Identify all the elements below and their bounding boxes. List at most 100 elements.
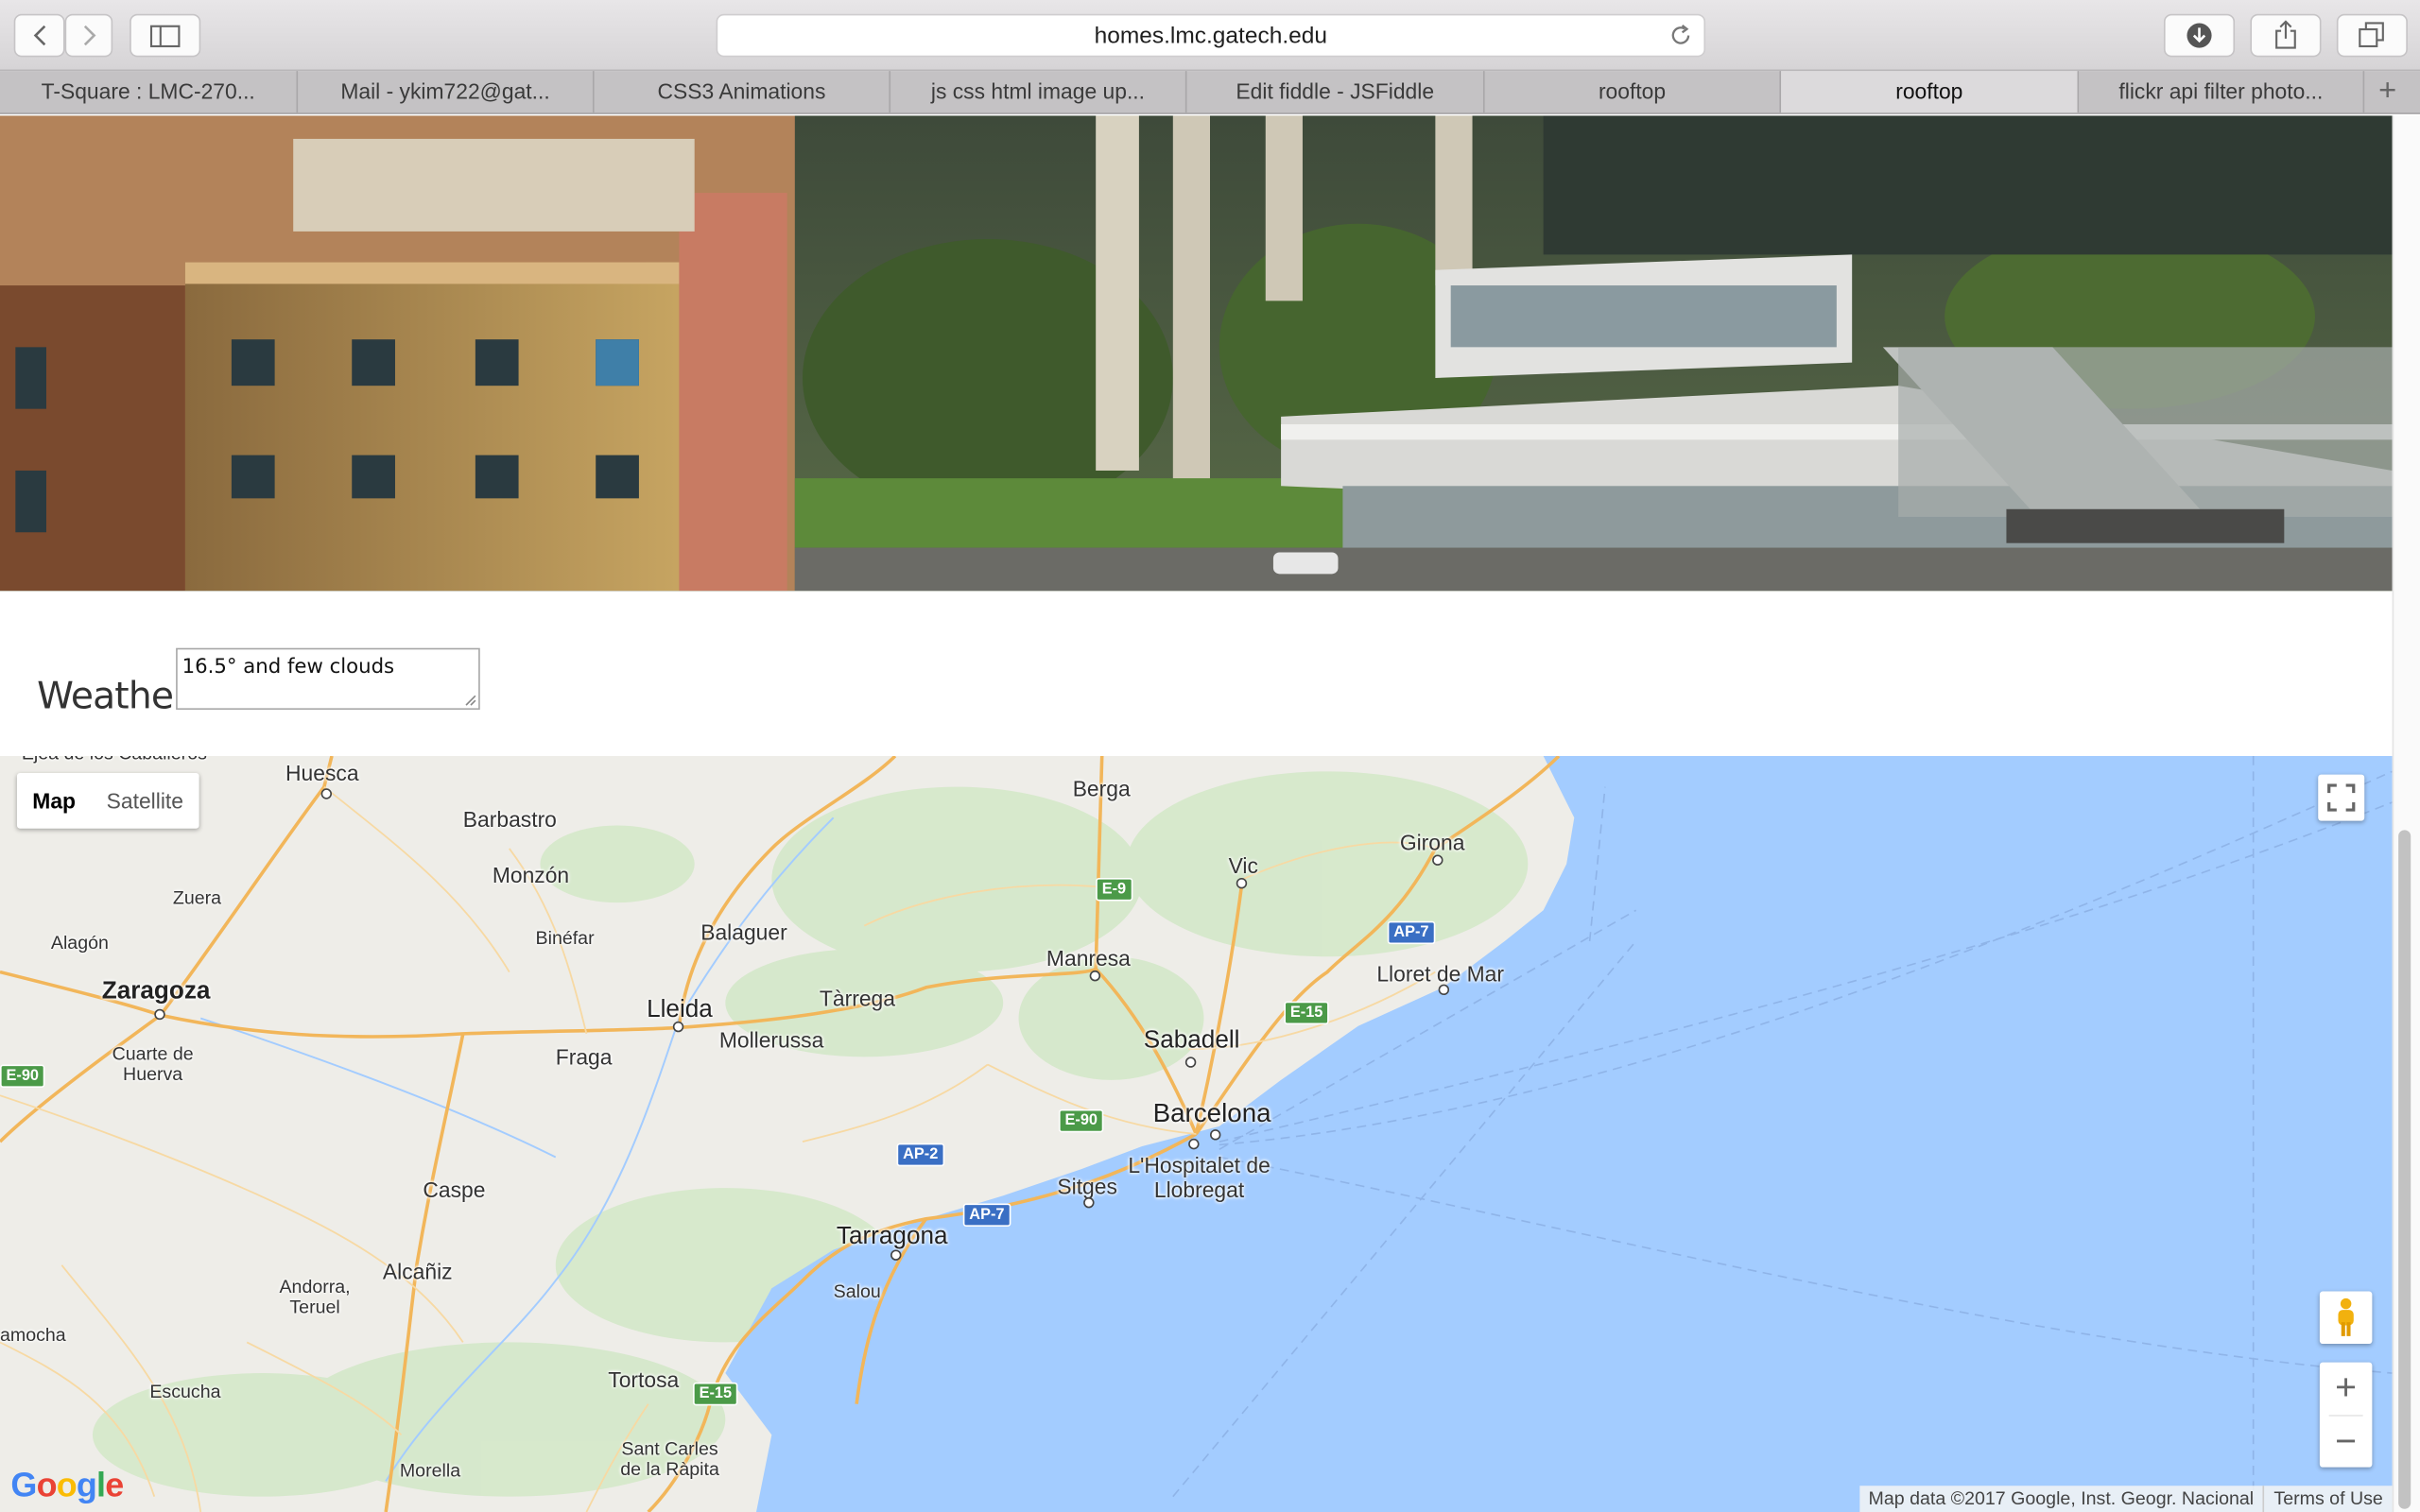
city-marker xyxy=(154,1008,165,1021)
map-type-map-button[interactable]: Map xyxy=(17,773,91,829)
place-sabadell: Sabadell xyxy=(1143,1027,1240,1055)
resize-grip-icon[interactable] xyxy=(464,695,476,707)
place-berga: Berga xyxy=(1072,776,1131,801)
tab-jsfiddle[interactable]: Edit fiddle - JSFiddle xyxy=(1187,71,1485,113)
place-tortosa: Tortosa xyxy=(608,1366,680,1392)
map-type-satellite-button[interactable]: Satellite xyxy=(91,773,199,829)
road-shield: E-90 xyxy=(0,1064,45,1089)
place-fraga: Fraga xyxy=(555,1044,613,1070)
road-shield: AP-7 xyxy=(962,1203,1011,1227)
map-data-credit: Map data ©2017 Google, Inst. Geogr. Naci… xyxy=(1868,1486,2255,1509)
chevron-right-icon xyxy=(83,25,95,46)
chevron-left-icon xyxy=(32,25,45,46)
pegman-icon xyxy=(2338,1297,2354,1336)
terms-of-use-link[interactable]: Terms of Use xyxy=(2262,1486,2393,1512)
fullscreen-button[interactable] xyxy=(2318,774,2365,821)
weather-value: 16.5° and few clouds xyxy=(182,655,395,679)
city-marker xyxy=(1083,1196,1095,1209)
place-sant-carles: Sant Carles de la Ràpita xyxy=(620,1437,719,1480)
address-bar[interactable]: homes.lmc.gatech.edu xyxy=(716,13,1706,58)
zoom-control: + − xyxy=(2319,1362,2373,1469)
map-attribution: Map data ©2017 Google, Inst. Geogr. Naci… xyxy=(1858,1486,2393,1512)
show-tabs-button[interactable] xyxy=(2336,13,2408,58)
city-marker xyxy=(1188,1138,1200,1150)
place-salou: Salou xyxy=(833,1280,881,1302)
fullscreen-icon xyxy=(2327,783,2356,812)
place-tarrega: Tàrrega xyxy=(819,986,895,1011)
place-morella: Morella xyxy=(399,1459,461,1482)
place-cuarte: Cuarte de Huerva xyxy=(112,1042,194,1085)
place-monzon: Monzón xyxy=(492,862,570,887)
place-alagon: Alagón xyxy=(50,932,109,954)
place-barbastro: Barbastro xyxy=(462,806,557,832)
place-vic: Vic xyxy=(1228,852,1258,878)
place-lloret: Lloret de Mar xyxy=(1376,961,1504,987)
tabs-overview-icon xyxy=(2359,22,2384,48)
place-alcaniz: Alcañiz xyxy=(382,1259,453,1284)
place-sitges: Sitges xyxy=(1057,1174,1117,1199)
share-icon xyxy=(2275,20,2296,49)
page-scrollbar-thumb[interactable] xyxy=(2398,830,2411,1509)
tab-js-css-html[interactable]: js css html image up... xyxy=(890,71,1187,113)
map-type-control: Map Satellite xyxy=(16,772,199,829)
browser-toolbar: homes.lmc.gatech.edu xyxy=(0,0,2420,72)
place-tarragona: Tarragona xyxy=(836,1223,948,1250)
city-marker xyxy=(1236,877,1248,889)
city-marker xyxy=(890,1249,902,1261)
tab-strip: T-Square : LMC-270... Mail - ykim722@gat… xyxy=(0,71,2420,114)
place-barcelona: Barcelona xyxy=(1152,1098,1271,1128)
road-shield: E-15 xyxy=(693,1382,738,1406)
place-lleida: Lleida xyxy=(647,996,713,1023)
map-tiles xyxy=(0,755,2393,1512)
downloads-button[interactable] xyxy=(2163,13,2236,58)
tab-mail[interactable]: Mail - ykim722@gat... xyxy=(298,71,595,113)
tab-rooftop-1[interactable]: rooftop xyxy=(1485,71,1782,113)
forward-button[interactable] xyxy=(64,13,113,58)
place-huesca: Huesca xyxy=(285,760,359,786)
city-marker xyxy=(1184,1057,1197,1068)
weather-label: Weather: xyxy=(37,674,199,718)
reload-icon[interactable] xyxy=(1668,23,1693,47)
sidebar-icon xyxy=(149,24,181,47)
tab-css3-animations[interactable]: CSS3 Animations xyxy=(595,71,891,113)
road-shield: AP-2 xyxy=(896,1143,944,1167)
new-tab-button[interactable]: + xyxy=(2364,71,2411,112)
place-mollerussa: Mollerussa xyxy=(718,1027,824,1053)
place-amocha: amocha xyxy=(0,1323,66,1346)
city-marker xyxy=(1089,970,1101,982)
place-girona: Girona xyxy=(1399,830,1465,855)
place-balaguer: Balaguer xyxy=(700,919,787,945)
city-marker xyxy=(672,1021,684,1033)
sidebar-toggle-button[interactable] xyxy=(130,13,201,58)
place-escucha: Escucha xyxy=(149,1381,221,1403)
place-manresa: Manresa xyxy=(1046,945,1131,971)
google-logo: Google xyxy=(10,1466,124,1504)
header-photo xyxy=(0,115,2393,592)
tab-flickr[interactable]: flickr api filter photo... xyxy=(2079,71,2365,113)
place-caspe: Caspe xyxy=(423,1177,486,1202)
place-binefar: Binéfar xyxy=(535,927,595,950)
place-andorra: Andorra, Teruel xyxy=(279,1276,351,1318)
place-ejea: Ejea de los Caballeros xyxy=(22,756,207,764)
share-button[interactable] xyxy=(2250,13,2322,58)
zoom-out-button[interactable]: − xyxy=(2320,1417,2373,1469)
download-icon xyxy=(2187,23,2212,48)
road-shield: E-9 xyxy=(1096,877,1132,902)
city-marker xyxy=(1438,984,1450,996)
place-zuera: Zuera xyxy=(172,886,222,909)
place-zaragoza: Zaragoza xyxy=(101,978,211,1005)
road-shield: E-90 xyxy=(1058,1108,1104,1133)
street-view-pegman[interactable] xyxy=(2319,1291,2373,1345)
road-shield: E-15 xyxy=(1284,1001,1329,1025)
google-map[interactable]: Ejea de los Caballeros Huesca Barbastro … xyxy=(0,755,2393,1512)
tab-tsquare[interactable]: T-Square : LMC-270... xyxy=(0,71,299,113)
city-marker xyxy=(1209,1129,1221,1141)
road-shield: AP-7 xyxy=(1387,920,1436,945)
city-marker xyxy=(320,788,333,799)
weather-textarea[interactable]: 16.5° and few clouds xyxy=(176,647,480,711)
zoom-in-button[interactable]: + xyxy=(2320,1363,2373,1416)
tab-rooftop-2[interactable]: rooftop xyxy=(1781,71,2080,113)
back-button[interactable] xyxy=(13,13,65,58)
url-text: homes.lmc.gatech.edu xyxy=(1094,23,1328,50)
place-hospitalet: L'Hospitalet de Llobregat xyxy=(1128,1152,1270,1202)
